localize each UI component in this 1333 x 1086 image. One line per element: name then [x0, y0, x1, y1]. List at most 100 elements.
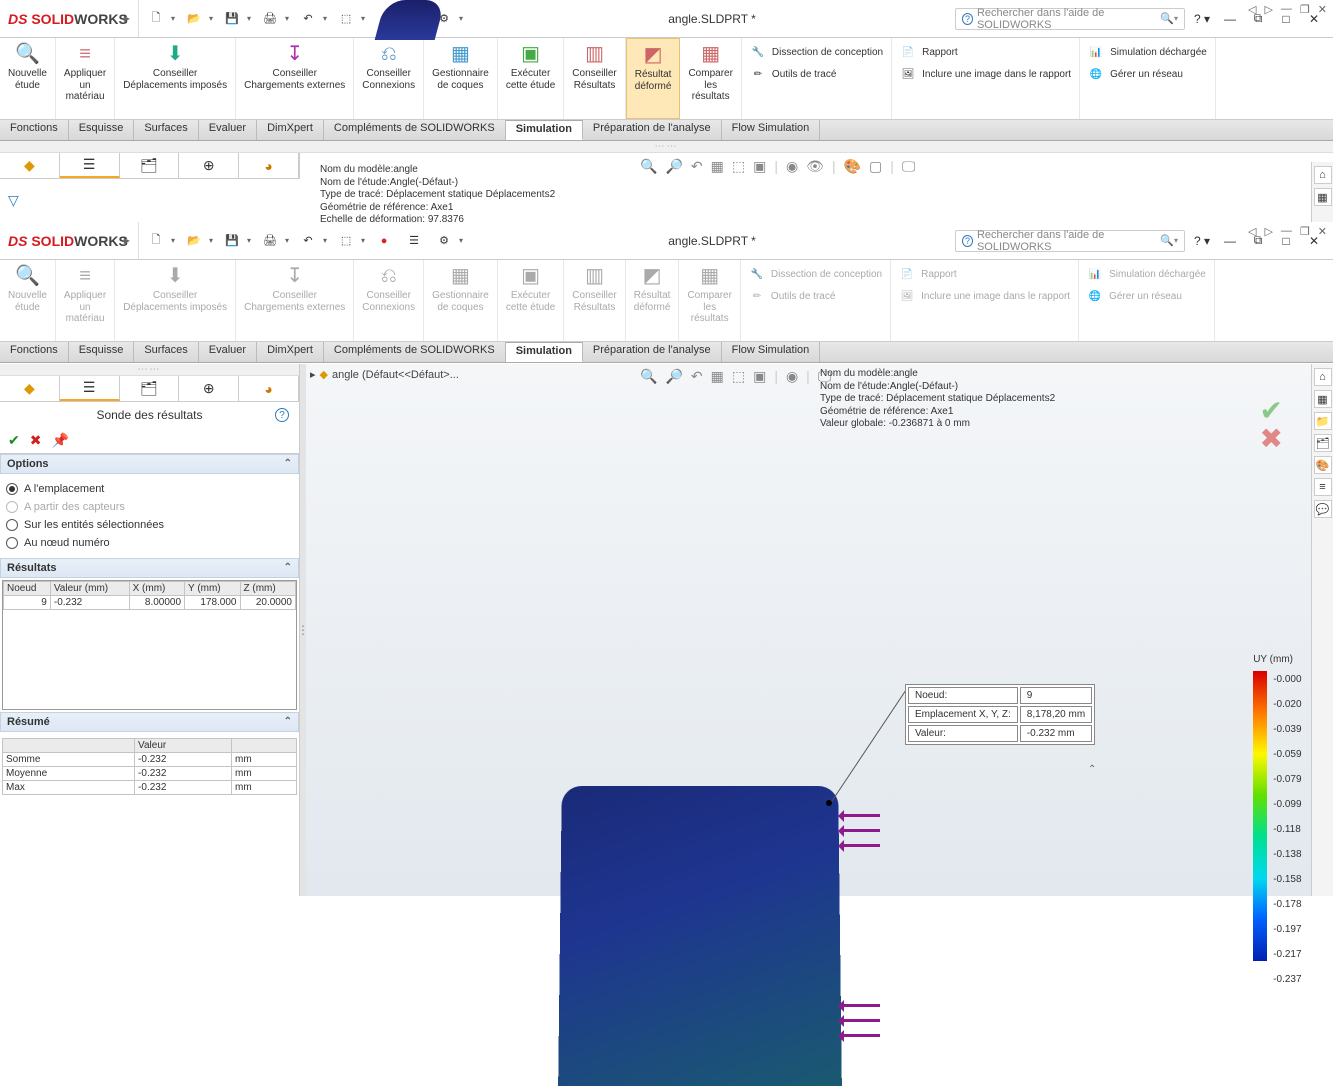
color-legend[interactable]: UY (mm) -0.000 -0.020 -0.039 -0.059 -0.0… — [1253, 654, 1293, 961]
resume-section-header[interactable]: Résumé⌃ — [0, 712, 299, 732]
display-style-icon[interactable]: ▣ — [753, 158, 766, 175]
expand-tree-icon[interactable]: ▸ — [310, 368, 316, 381]
undo-icon[interactable]: ↶ — [297, 8, 319, 30]
subwin-prev-icon[interactable]: ◁ — [1248, 225, 1256, 238]
search-icon[interactable]: 🔍 — [1160, 12, 1174, 25]
save-icon[interactable]: 💾 — [221, 230, 243, 252]
ribbon-resultat-deforme[interactable]: ◩Résultatdéformé — [626, 38, 681, 119]
taskpane-forum-icon[interactable]: 💬 — [1314, 500, 1332, 518]
subwin-restore-icon[interactable]: ❐ — [1300, 3, 1310, 16]
ribbon-appliquer-materiau[interactable]: ≡Appliquerunmatériau — [56, 38, 115, 119]
subwin-next-icon[interactable]: ▷ — [1264, 3, 1272, 16]
view-orient-icon[interactable]: ⬚ — [732, 368, 745, 385]
options-list-icon[interactable]: ☰ — [403, 230, 425, 252]
render-icon[interactable]: ▢ — [869, 158, 882, 175]
subwin-prev-icon[interactable]: ◁ — [1248, 3, 1256, 16]
panel-grip[interactable]: ⋯⋯ — [0, 364, 299, 376]
feature-breadcrumb[interactable]: ▸ ◆ angle (Défaut<<Défaut>... — [310, 368, 459, 381]
ribbon-nouvelle-etude[interactable]: 🔍Nouvelleétude — [0, 38, 56, 119]
tab-flow[interactable]: Flow Simulation — [722, 342, 821, 362]
subwin-close-icon[interactable]: ✕ — [1318, 225, 1327, 238]
subwin-minimize-icon[interactable]: — — [1281, 3, 1292, 16]
tab-preparation[interactable]: Préparation de l'analyse — [583, 342, 722, 362]
open-file-icon[interactable]: 📂 — [183, 8, 205, 30]
ribbon-conseiller-chargements[interactable]: ↧ConseillerChargements externes — [236, 260, 354, 341]
print-icon[interactable]: 🖨 — [259, 8, 281, 30]
ribbon-executer-etude[interactable]: ▣Exécutercette étude — [498, 38, 564, 119]
ribbon-gestionnaire-coques[interactable]: ▦Gestionnairede coques — [424, 38, 498, 119]
subwin-close-icon[interactable]: ✕ — [1318, 3, 1327, 16]
help-menu-icon[interactable]: ? ▾ — [1191, 230, 1213, 252]
appearance-icon[interactable]: 🎨 — [844, 158, 861, 175]
mgr-tab-dim-icon[interactable]: ⊕ — [179, 376, 239, 401]
filter-funnel-icon[interactable]: ▽ — [8, 192, 19, 209]
ribbon-conseiller-resultats[interactable]: ▥ConseillerRésultats — [564, 260, 625, 341]
mgr-tab-display-icon[interactable]: ◕ — [239, 376, 299, 401]
hide-show-icon[interactable]: ◉ — [786, 368, 798, 385]
subwin-restore-icon[interactable]: ❐ — [1300, 225, 1310, 238]
mgr-tab-display-icon[interactable]: ◕ — [239, 153, 299, 178]
zoom-area-icon[interactable]: 🔎 — [665, 368, 682, 385]
graphics-viewport[interactable]: ▸ ◆ angle (Défaut<<Défaut>... 🔍 🔎 ↶ ▦ ⬚ … — [300, 364, 1333, 896]
taskpane-view-palette-icon[interactable]: 🗂 — [1314, 434, 1332, 452]
ribbon-nouvelle-etude[interactable]: 🔍Nouvelleétude — [0, 260, 56, 341]
ribbon-gerer-reseau[interactable]: 🌐Gérer un réseau — [1088, 64, 1183, 86]
save-icon[interactable]: 💾 — [221, 8, 243, 30]
taskpane-custom-props-icon[interactable]: ≡ — [1314, 478, 1332, 496]
ribbon-dissection[interactable]: 🔧Dissection de conception — [750, 42, 883, 64]
ribbon-conseiller-connexions[interactable]: ⎌ConseillerConnexions — [354, 38, 424, 119]
subwin-next-icon[interactable]: ▷ — [1264, 225, 1272, 238]
tab-dimxpert[interactable]: DimXpert — [257, 120, 324, 140]
ribbon-simulation-dechargee[interactable]: 📊Simulation déchargée — [1088, 42, 1207, 64]
mgr-tab-dim-icon[interactable]: ⊕ — [179, 153, 239, 178]
help-search-input-2[interactable]: ? Rechercher dans l'aide de SOLIDWORKS 🔍… — [955, 230, 1185, 252]
confirm-cancel-icon[interactable]: ✖ — [1260, 422, 1283, 455]
tab-evaluer[interactable]: Evaluer — [199, 342, 257, 362]
rebuild-icon[interactable]: ● — [373, 230, 395, 252]
taskpane-home-icon[interactable]: ⌂ — [1314, 166, 1332, 184]
tab-complements[interactable]: Compléments de SOLIDWORKS — [324, 120, 506, 140]
taskpane-appearances-icon[interactable]: 🎨 — [1314, 456, 1332, 474]
print-icon[interactable]: 🖨 — [259, 230, 281, 252]
options-section-header[interactable]: Options⌃ — [0, 454, 299, 474]
search-icon[interactable]: 🔍 — [1160, 234, 1174, 247]
breadcrumb-text[interactable]: angle (Défaut<<Défaut>... — [332, 369, 459, 381]
taskpane-home-icon[interactable]: ⌂ — [1314, 368, 1332, 386]
callout-collapse-icon[interactable]: ⌃ — [1088, 764, 1096, 775]
section-view-icon[interactable]: ▦ — [711, 158, 724, 175]
subwin-minimize-icon[interactable]: — — [1281, 225, 1292, 238]
help-menu-icon[interactable]: ? ▾ — [1191, 8, 1213, 30]
ribbon-outils-trace[interactable]: ✏Outils de tracé — [750, 64, 836, 86]
open-file-icon[interactable]: 📂 — [183, 230, 205, 252]
ribbon-conseiller-resultats[interactable]: ▥ConseillerRésultats — [564, 38, 625, 119]
pin-button-icon[interactable]: 📌 — [51, 432, 68, 449]
tab-preparation[interactable]: Préparation de l'analyse — [583, 120, 722, 140]
ribbon-conseiller-deplacements[interactable]: ⬇ConseillerDéplacements imposés — [115, 260, 236, 341]
tab-simulation[interactable]: Simulation — [506, 120, 583, 140]
ribbon-comparer-resultats[interactable]: ▦Comparerlesrésultats — [679, 260, 740, 341]
tab-fonctions[interactable]: Fonctions — [0, 120, 69, 140]
ribbon-comparer-resultats[interactable]: ▦Comparerlesrésultats — [680, 38, 741, 119]
tab-simulation[interactable]: Simulation — [506, 342, 583, 362]
prev-view-icon[interactable]: ↶ — [691, 368, 703, 385]
table-row[interactable]: 9 -0.232 8.00000 178.000 20.0000 — [4, 596, 296, 610]
ribbon-gestionnaire-coques[interactable]: ▦Gestionnairede coques — [424, 260, 498, 341]
panel-grip[interactable]: ⋯⋯ — [0, 141, 1333, 153]
hide-show-icon[interactable]: ◉ — [786, 158, 798, 175]
ribbon-rapport[interactable]: 📄Rapport — [900, 42, 958, 64]
new-file-icon[interactable]: 🗋 — [145, 230, 167, 252]
cancel-button-icon[interactable]: ✖ — [30, 432, 42, 449]
select-icon[interactable]: ⬚ — [335, 8, 357, 30]
taskpane-resources-icon[interactable]: ▦ — [1314, 188, 1332, 206]
option-at-location[interactable]: A l'emplacement — [6, 480, 293, 498]
results-table[interactable]: NoeudValeur (mm)X (mm)Y (mm)Z (mm) 9 -0.… — [3, 581, 296, 610]
tab-esquisse[interactable]: Esquisse — [69, 342, 135, 362]
mgr-tab-feature-icon[interactable]: ◆ — [0, 376, 60, 401]
zoom-fit-icon[interactable]: 🔍 — [640, 158, 657, 175]
results-section-header[interactable]: Résultats⌃ — [0, 558, 299, 578]
new-file-icon[interactable]: 🗋 — [145, 8, 167, 30]
zoom-area-icon[interactable]: 🔎 — [665, 158, 682, 175]
tab-flow[interactable]: Flow Simulation — [722, 120, 821, 140]
sidebar-splitter[interactable] — [300, 364, 306, 896]
tab-surfaces[interactable]: Surfaces — [134, 120, 198, 140]
